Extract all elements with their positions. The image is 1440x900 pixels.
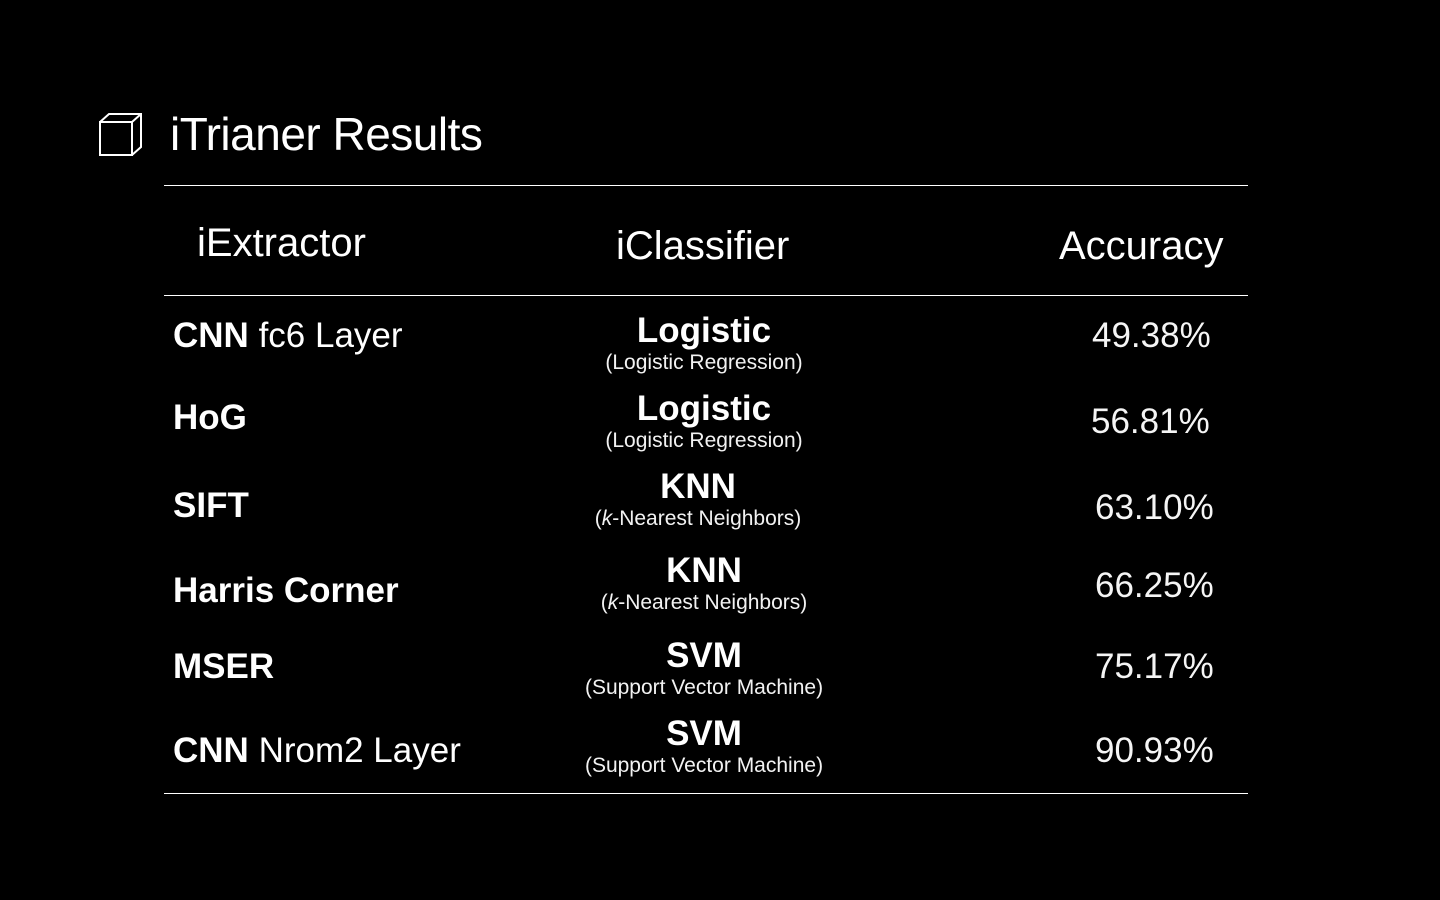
extractor-detail: fc6 Layer bbox=[258, 316, 403, 355]
extractor-name: Harris Corner bbox=[173, 571, 399, 610]
classifier-full-name: (Support Vector Machine) bbox=[584, 754, 824, 777]
table-row-classifier: KNN (k-Nearest Neighbors) bbox=[504, 552, 904, 616]
classifier-full-name: (Logistic Regression) bbox=[605, 429, 803, 452]
cube-icon bbox=[99, 113, 142, 156]
extractor-name: MSER bbox=[173, 647, 275, 686]
table-row-classifier: SVM (Support Vector Machine) bbox=[504, 637, 904, 701]
table-row-extractor: Harris Corner bbox=[173, 571, 399, 611]
extractor-detail: Nrom2 Layer bbox=[258, 731, 461, 770]
classifier-name: Logistic bbox=[636, 389, 772, 428]
extractor-name: HoG bbox=[173, 398, 247, 437]
table-row-extractor: CNN Nrom2 Layer bbox=[173, 731, 461, 771]
accuracy-value: 63.10% bbox=[1095, 488, 1214, 527]
table-row-extractor: SIFT bbox=[173, 486, 249, 526]
table-row-classifier: Logistic (Logistic Regression) bbox=[504, 312, 904, 376]
column-header-accuracy: Accuracy bbox=[1059, 224, 1224, 268]
classifier-full-name: (Logistic Regression) bbox=[605, 351, 803, 374]
accuracy-value: 66.25% bbox=[1095, 566, 1214, 605]
accuracy-value: 75.17% bbox=[1095, 647, 1214, 686]
table-row-classifier: KNN (k-Nearest Neighbors) bbox=[498, 468, 898, 532]
extractor-name: CNN bbox=[173, 731, 249, 770]
table-top-divider bbox=[164, 185, 1248, 186]
classifier-full-name: (k-Nearest Neighbors) bbox=[600, 591, 808, 614]
classifier-name: KNN bbox=[666, 551, 742, 590]
table-bottom-divider bbox=[164, 793, 1248, 794]
classifier-full-name: (Support Vector Machine) bbox=[584, 676, 824, 699]
classifier-full-name: (k-Nearest Neighbors) bbox=[594, 507, 802, 530]
accuracy-value: 90.93% bbox=[1095, 731, 1214, 770]
header-divider bbox=[164, 295, 1248, 296]
table-row-classifier: SVM (Support Vector Machine) bbox=[504, 715, 904, 779]
table-row-extractor: CNN fc6 Layer bbox=[173, 316, 403, 356]
accuracy-value: 56.81% bbox=[1091, 402, 1210, 441]
extractor-name: CNN bbox=[173, 316, 249, 355]
column-header-classifier: iClassifier bbox=[616, 224, 790, 268]
accuracy-value: 49.38% bbox=[1092, 316, 1211, 355]
table-row-classifier: Logistic (Logistic Regression) bbox=[504, 390, 904, 454]
classifier-name: SVM bbox=[666, 636, 742, 675]
extractor-name: SIFT bbox=[173, 486, 249, 525]
classifier-name: KNN bbox=[660, 467, 736, 506]
slide: iTrianer Results iExtractor iClassifier … bbox=[0, 0, 1440, 900]
classifier-name: SVM bbox=[666, 714, 742, 753]
table-row-extractor: MSER bbox=[173, 647, 274, 687]
classifier-name: Logistic bbox=[636, 311, 772, 350]
page-title: iTrianer Results bbox=[170, 108, 483, 160]
table-row-extractor: HoG bbox=[173, 398, 247, 438]
column-header-extractor: iExtractor bbox=[197, 221, 366, 265]
